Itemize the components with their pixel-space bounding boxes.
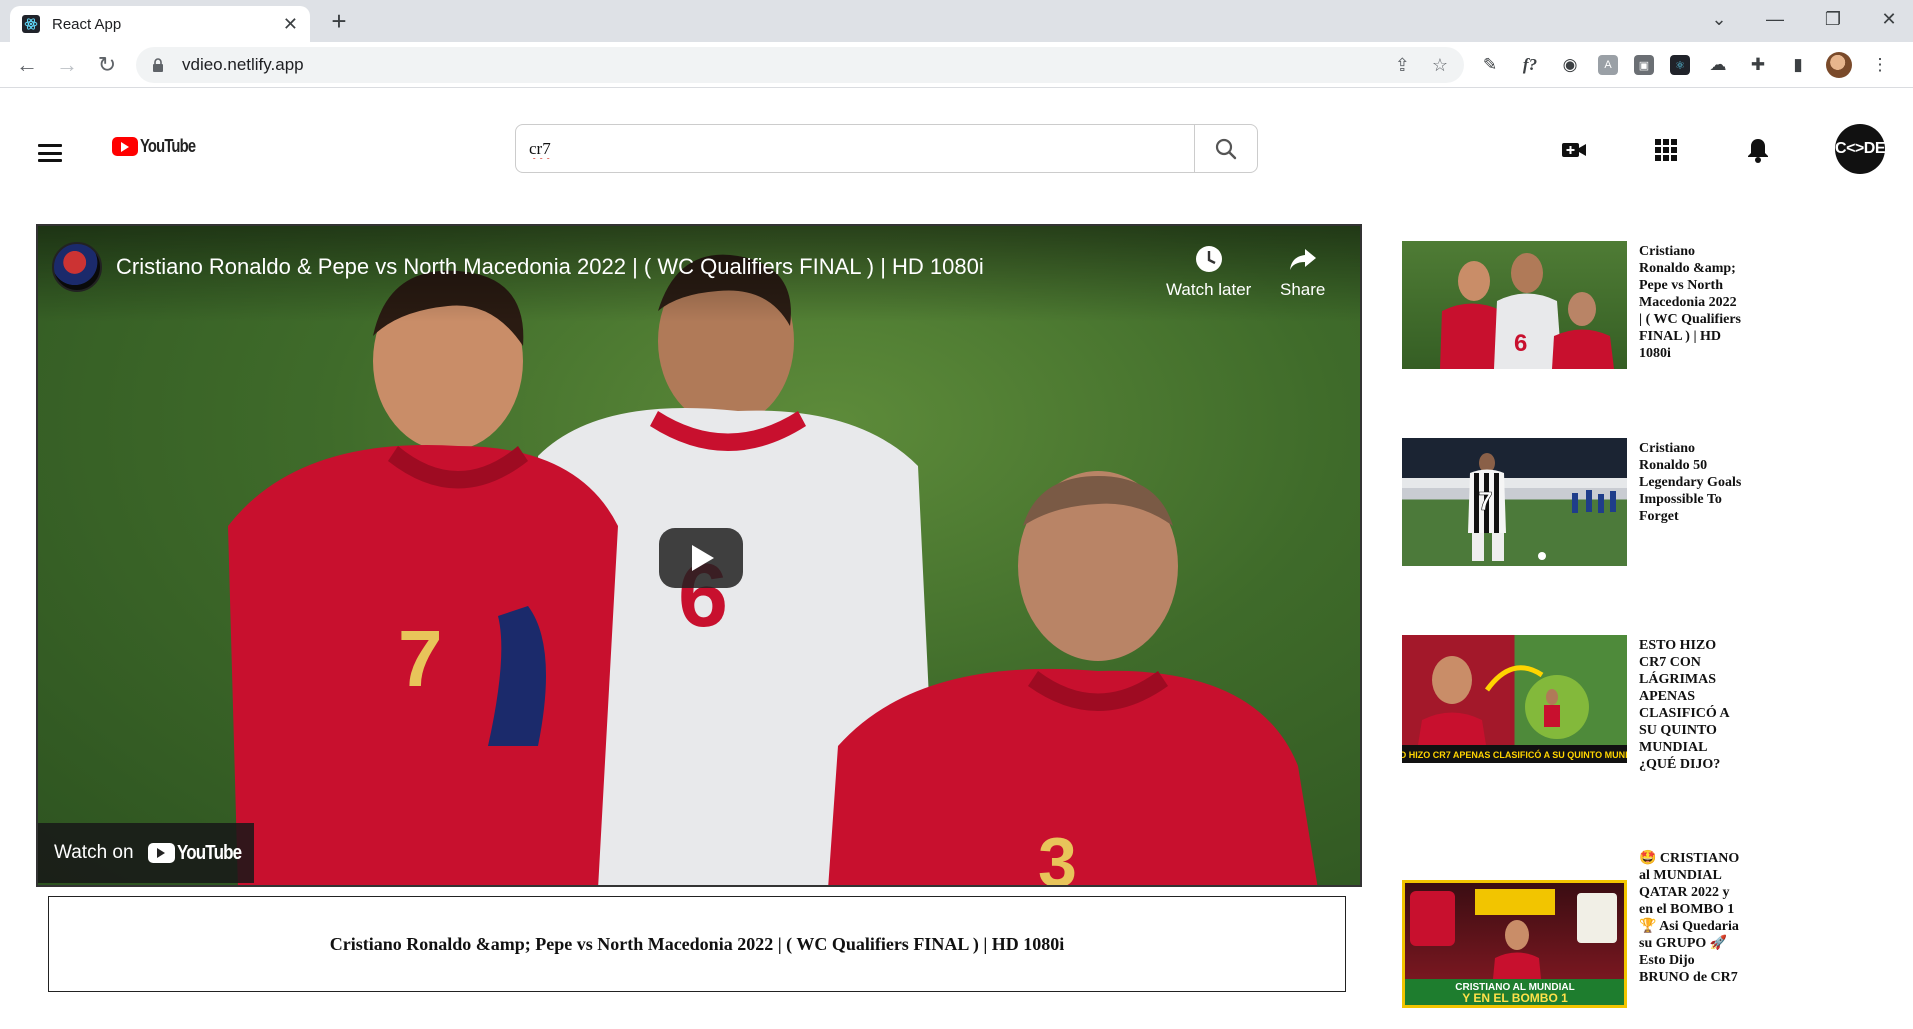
react-icon <box>22 15 40 33</box>
browser-tab[interactable]: React App ✕ <box>10 6 310 42</box>
back-icon[interactable]: ← <box>12 50 42 80</box>
close-tab-icon[interactable]: ✕ <box>283 15 298 33</box>
list-item[interactable]: CRISTIANO AL MUNDIAL Y EN EL BOMBO 1 🤩 C… <box>1402 848 1742 1008</box>
gray-extension-icon[interactable]: A <box>1598 55 1618 75</box>
search-bar <box>515 124 1258 173</box>
share-page-icon[interactable]: ⇪ <box>1395 55 1410 76</box>
list-item[interactable]: 7 Cristiano Ronaldo 50 Legendary Goals I… <box>1402 438 1742 566</box>
video-title[interactable]: ESTO HIZO CR7 CON LÁGRIMAS APENAS CLASIF… <box>1639 637 1742 773</box>
clock-icon <box>1195 246 1222 272</box>
apps-grid-icon[interactable] <box>1652 136 1680 164</box>
video-thumbnail[interactable]: 7 <box>1402 438 1627 566</box>
video-thumbnail[interactable]: ESTO HIZO CR7 APENAS CLASIFICÓ A SU QUIN… <box>1402 635 1627 763</box>
close-window-icon[interactable]: ✕ <box>1874 6 1904 32</box>
record-extension-icon[interactable]: ◉ <box>1558 53 1582 77</box>
search-button[interactable] <box>1194 125 1257 172</box>
share-button[interactable]: Share <box>1280 244 1325 300</box>
svg-text:7: 7 <box>398 614 443 703</box>
react-devtools-icon[interactable]: ⚛ <box>1670 55 1690 75</box>
watch-later-button[interactable]: Watch later <box>1166 244 1251 300</box>
youtube-play-icon <box>147 843 175 863</box>
tab-title: React App <box>52 15 122 33</box>
logo-text: YouTube <box>140 136 196 156</box>
youtube-play-icon <box>112 137 138 156</box>
youtube-logo[interactable]: YouTube <box>112 136 207 157</box>
list-item[interactable]: ESTO HIZO CR7 APENAS CLASIFICÓ A SU QUIN… <box>1402 635 1742 773</box>
video-title[interactable]: 🤩 CRISTIANO al MUNDIAL QATAR 2022 y en e… <box>1639 850 1742 1008</box>
formula-extension-icon[interactable]: f? <box>1518 53 1542 77</box>
new-tab-icon[interactable]: + <box>326 8 352 34</box>
watch-on-youtube-button[interactable]: Watch on YouTube <box>38 823 254 883</box>
svg-text:3: 3 <box>1038 823 1077 887</box>
list-item[interactable]: 6 Cristiano Ronaldo &amp; Pepe vs North … <box>1402 241 1742 369</box>
channel-avatar[interactable] <box>52 242 102 292</box>
thumbnail-caption: ESTO HIZO CR7 APENAS CLASIFICÓ A SU QUIN… <box>1402 749 1627 760</box>
lock-icon <box>153 58 163 72</box>
svg-text:7: 7 <box>1478 486 1492 516</box>
create-video-icon[interactable] <box>1560 136 1588 164</box>
profile-avatar[interactable] <box>1826 52 1852 78</box>
search-icon <box>1215 138 1237 159</box>
thumbnail-caption-line2: Y EN EL BOMBO 1 <box>1462 991 1568 1005</box>
play-icon <box>692 545 714 571</box>
menu-icon[interactable] <box>38 144 62 162</box>
reload-icon[interactable]: ↻ <box>92 50 122 80</box>
notifications-bell-icon[interactable] <box>1744 136 1772 164</box>
youtube-wordmark: YouTube <box>147 841 253 865</box>
browser-menu-icon[interactable]: ⋮ <box>1868 53 1892 77</box>
window-extension-icon[interactable]: ▣ <box>1634 55 1654 75</box>
eyedropper-extension-icon[interactable]: ✎ <box>1478 53 1502 77</box>
extensions-puzzle-icon[interactable]: ✚ <box>1746 53 1770 77</box>
video-title[interactable]: Cristiano Ronaldo 50 Legendary Goals Imp… <box>1639 440 1742 566</box>
cloud-extension-icon[interactable]: ☁ <box>1706 53 1730 77</box>
search-input[interactable] <box>516 125 1194 172</box>
restore-icon[interactable]: ❐ <box>1818 6 1848 32</box>
share-label: Share <box>1280 280 1326 299</box>
player-title[interactable]: Cristiano Ronaldo & Pepe vs North Macedo… <box>116 254 984 280</box>
side-panel-icon[interactable]: ▮ <box>1786 53 1810 77</box>
video-thumbnail[interactable]: CRISTIANO AL MUNDIAL Y EN EL BOMBO 1 <box>1402 880 1627 1008</box>
play-button[interactable] <box>659 528 743 588</box>
watch-on-label: Watch on <box>54 842 134 863</box>
svg-text:6: 6 <box>1514 330 1527 357</box>
watch-later-label: Watch later <box>1166 280 1252 299</box>
video-player[interactable]: 6 7 3 Cristiano Ronaldo & Pepe vs North … <box>36 224 1362 887</box>
url-text: vdieo.netlify.app <box>182 55 304 74</box>
selected-video-title: Cristiano Ronaldo &amp; Pepe vs North Ma… <box>48 896 1346 992</box>
minimize-icon[interactable]: — <box>1760 6 1790 32</box>
browser-toolbar: ← → ↻ vdieo.netlify.app ⇪ ☆ ✎ f? ◉ A ▣ ⚛… <box>0 42 1913 88</box>
video-thumbnail[interactable]: 6 <box>1402 241 1627 369</box>
forward-icon[interactable]: → <box>52 50 82 80</box>
youtube-brand-text: YouTube <box>176 841 242 864</box>
share-arrow-icon <box>1289 249 1316 270</box>
bookmark-star-icon[interactable]: ☆ <box>1432 55 1448 76</box>
browser-tabstrip: React App ✕ + ⌄ — ❐ ✕ <box>0 0 1913 42</box>
user-avatar[interactable]: C<>DE <box>1835 124 1885 174</box>
tab-search-icon[interactable]: ⌄ <box>1704 6 1734 32</box>
video-title[interactable]: Cristiano Ronaldo &amp; Pepe vs North Ma… <box>1639 243 1742 369</box>
address-bar[interactable]: vdieo.netlify.app ⇪ ☆ <box>136 47 1464 83</box>
